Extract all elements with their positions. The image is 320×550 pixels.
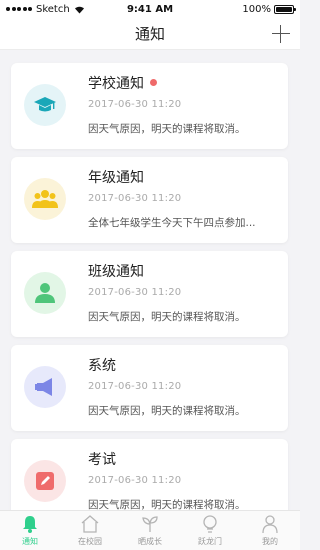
bell-icon (23, 516, 37, 533)
unread-dot (150, 79, 157, 86)
notification-card[interactable]: 考试 2017-06-30 11:20 因天气原因，明天的课程将取消。 (11, 439, 288, 510)
notification-card[interactable]: 班级通知 2017-06-30 11:20 因天气原因，明天的课程将取消。 (11, 251, 288, 337)
pencil-icon (24, 460, 66, 502)
carrier-label: Sketch (36, 3, 70, 15)
add-button[interactable] (272, 25, 290, 43)
speaker-icon (24, 366, 66, 408)
wifi-icon (74, 6, 84, 13)
status-left: Sketch (6, 4, 85, 15)
tab-label: 在校园 (78, 537, 102, 546)
battery-percent: 100% (242, 3, 271, 15)
tab-label: 通知 (22, 537, 38, 546)
notification-card[interactable]: 学校通知 2017-06-30 11:20 因天气原因，明天的课程将取消。 (11, 63, 288, 149)
notification-content: 因天气原因，明天的课程将取消。 (88, 405, 246, 417)
graduation-cap-icon (24, 84, 66, 126)
tab-label: 我的 (262, 537, 278, 546)
notification-card[interactable]: 年级通知 2017-06-30 11:20 全体七年级学生今天下午四点参加... (11, 157, 288, 243)
notification-time: 2017-06-30 11:20 (88, 381, 182, 392)
notification-list[interactable]: 学校通知 2017-06-30 11:20 因天气原因，明天的课程将取消。 年级… (0, 50, 300, 510)
signal-icon (6, 7, 32, 11)
page-title: 通知 (134, 25, 165, 43)
tab-growth[interactable]: 晒成长 (120, 511, 180, 550)
notification-content: 因天气原因，明天的课程将取消。 (88, 123, 246, 135)
notification-content: 全体七年级学生今天下午四点参加... (88, 217, 256, 229)
notification-content: 因天气原因，明天的课程将取消。 (88, 499, 246, 510)
notification-title: 学校通知 (88, 76, 144, 92)
notification-title: 考试 (88, 452, 116, 468)
notification-time: 2017-06-30 11:20 (88, 193, 182, 204)
notification-title: 班级通知 (88, 264, 144, 280)
sprout-icon (142, 516, 158, 532)
tab-campus[interactable]: 在校园 (60, 511, 120, 550)
status-right: 100% (242, 3, 296, 15)
tab-me[interactable]: 我的 (240, 511, 300, 550)
tab-bar: 通知 在校园 晒成长 跃龙门 我的 (0, 510, 300, 550)
notification-card[interactable]: 系统 2017-06-30 11:20 因天气原因，明天的课程将取消。 (11, 345, 288, 431)
notification-time: 2017-06-30 11:20 (88, 287, 182, 298)
tab-label: 晒成长 (138, 537, 162, 546)
tab-notifications[interactable]: 通知 (0, 511, 60, 550)
status-bar: Sketch 9:41 AM 100% (0, 0, 300, 18)
notification-title: 年级通知 (88, 170, 144, 186)
notification-time: 2017-06-30 11:20 (88, 99, 182, 110)
nav-bar: 通知 (0, 18, 300, 50)
tab-label: 跃龙门 (198, 537, 222, 546)
notification-title: 系统 (88, 358, 116, 374)
notification-content: 因天气原因，明天的课程将取消。 (88, 311, 246, 323)
tab-leap[interactable]: 跃龙门 (180, 511, 240, 550)
home-icon (81, 515, 99, 533)
user-icon (24, 272, 66, 314)
person-icon (262, 515, 278, 534)
battery-icon (274, 4, 296, 14)
notification-time: 2017-06-30 11:20 (88, 475, 182, 486)
group-icon (24, 178, 66, 220)
lightbulb-icon (203, 515, 217, 533)
